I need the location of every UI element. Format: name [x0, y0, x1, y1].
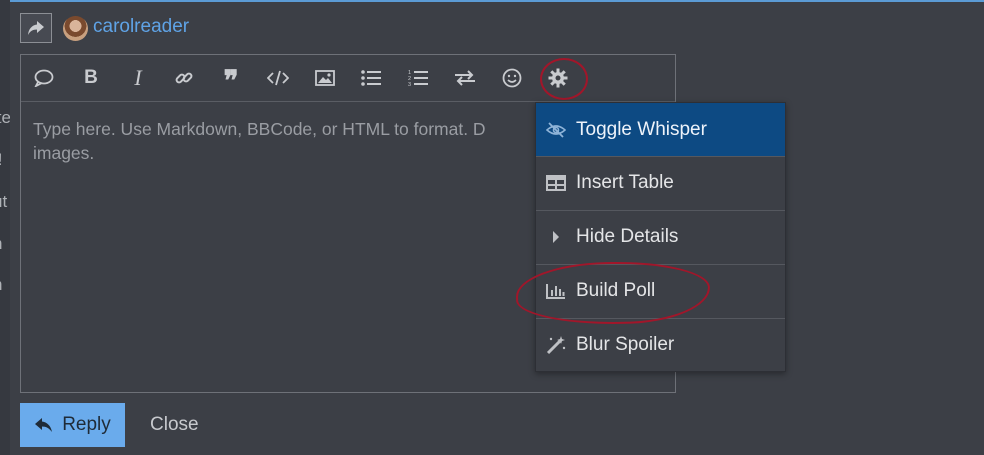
swap-icon[interactable] — [452, 65, 478, 91]
caret-right-icon — [536, 230, 576, 244]
menu-item-insert-table[interactable]: Insert Table — [536, 156, 785, 209]
link-icon[interactable] — [171, 65, 197, 91]
magic-wand-icon — [536, 335, 576, 355]
menu-item-toggle-whisper[interactable]: Toggle Whisper — [536, 103, 785, 156]
reply-button-label: Reply — [62, 414, 111, 435]
options-dropdown-menu: Toggle Whisper Insert Table Hide Details… — [535, 102, 786, 372]
background-text-fragment: t! — [0, 150, 10, 170]
menu-item-blur-spoiler[interactable]: Blur Spoiler — [536, 318, 785, 371]
image-icon[interactable] — [312, 65, 338, 91]
top-accent-line — [0, 0, 984, 2]
share-arrow-icon — [28, 21, 44, 35]
table-icon — [536, 175, 576, 191]
code-icon[interactable] — [265, 65, 291, 91]
close-button[interactable]: Close — [150, 414, 199, 436]
placeholder-line: Type here. Use Markdown, BBCode, or HTML… — [33, 119, 486, 139]
background-text-fragment: n — [0, 275, 10, 295]
eye-slash-icon — [536, 121, 576, 138]
placeholder-line: images. — [33, 143, 95, 163]
italic-icon[interactable]: I — [125, 65, 151, 91]
numbered-list-icon[interactable]: 123 — [405, 65, 431, 91]
bullet-list-icon[interactable] — [358, 65, 384, 91]
background-page-edge — [0, 0, 10, 455]
quote-icon[interactable] — [31, 65, 57, 91]
blockquote-icon[interactable]: ❞ — [218, 65, 244, 96]
svg-text:3: 3 — [408, 82, 411, 87]
background-text-fragment: n — [0, 234, 10, 254]
reply-arrow-icon — [35, 418, 53, 432]
username-link[interactable]: carolreader — [93, 16, 189, 38]
background-text-fragment: ite — [0, 108, 10, 127]
menu-item-hide-details[interactable]: Hide Details — [536, 210, 785, 263]
avatar[interactable] — [63, 16, 88, 41]
background-text-fragment: ut — [0, 192, 8, 211]
reply-to-button[interactable] — [20, 13, 52, 43]
reply-textarea[interactable]: Type here. Use Markdown, BBCode, or HTML… — [33, 117, 533, 165]
annotation-circle-gear — [540, 58, 588, 100]
bold-icon[interactable]: B — [78, 65, 104, 91]
emoji-icon[interactable] — [499, 65, 525, 91]
reply-button[interactable]: Reply — [20, 403, 125, 447]
